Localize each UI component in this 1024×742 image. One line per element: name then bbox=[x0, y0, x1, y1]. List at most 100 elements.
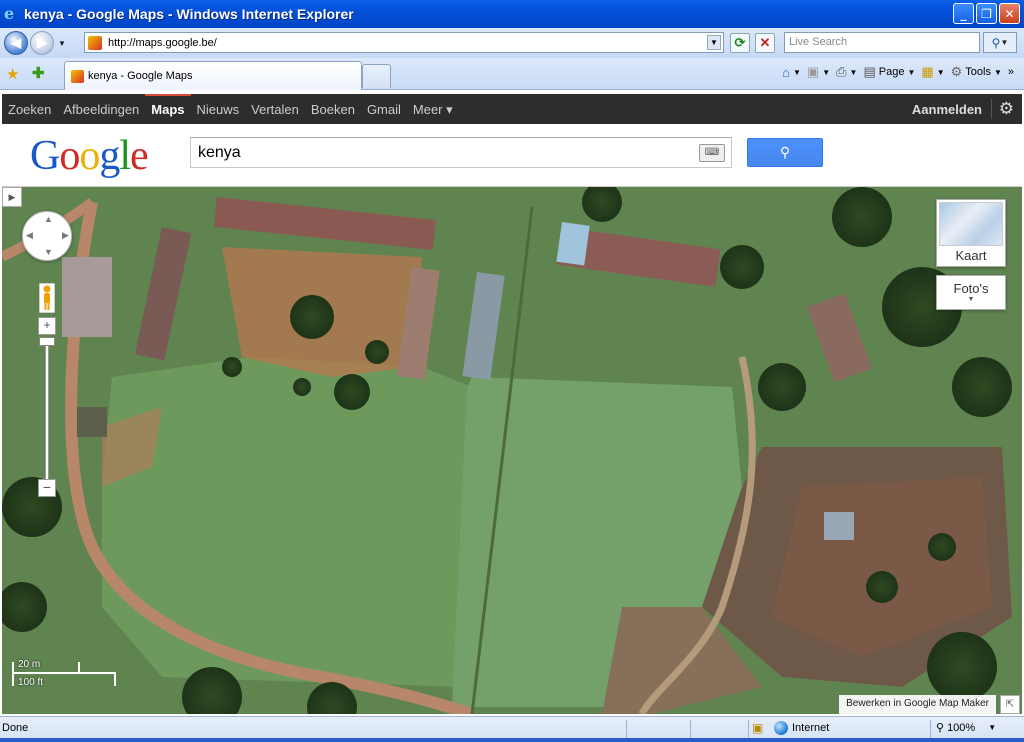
page-menu[interactable]: ▤ Page ▼ bbox=[863, 64, 915, 80]
search-input[interactable]: kenya ⌨ bbox=[190, 137, 732, 168]
keyboard-icon[interactable]: ⌨ bbox=[699, 144, 725, 162]
tab-favicon-icon bbox=[71, 69, 84, 83]
tab-google-maps[interactable]: kenya - Google Maps bbox=[64, 61, 362, 90]
home-button[interactable]: ⌂ ▼ bbox=[782, 65, 801, 80]
back-button[interactable]: ◀ bbox=[4, 31, 28, 55]
tab-row: ★ ✚ kenya - Google Maps ⌂ ▼ ▣ ▼ ⎙ ▼ ▤ Page ▼ … bbox=[0, 58, 1024, 90]
history-dropdown[interactable]: ▼ bbox=[56, 39, 68, 48]
scale-tick bbox=[78, 662, 80, 673]
pegman-icon[interactable] bbox=[39, 283, 55, 313]
scale-line bbox=[12, 672, 116, 674]
arrow-right-icon: ▶ bbox=[37, 35, 47, 50]
new-tab-button[interactable] bbox=[362, 64, 391, 88]
stop-button[interactable]: ✕ bbox=[755, 33, 775, 53]
side-panel-toggle[interactable]: ▶ bbox=[2, 187, 22, 207]
address-bar[interactable]: http://maps.google.be/ ▼ bbox=[84, 32, 724, 53]
search-button[interactable]: ⚲ bbox=[747, 138, 823, 167]
photos-button[interactable]: Foto's ▼ bbox=[936, 275, 1006, 310]
address-dropdown[interactable]: ▼ bbox=[707, 35, 721, 50]
sign-in-link[interactable]: Aanmelden bbox=[912, 102, 982, 117]
safety-button[interactable]: ▦ ▼ bbox=[921, 64, 944, 80]
live-search-input[interactable]: Live Search bbox=[784, 32, 980, 53]
status-text: Done bbox=[2, 722, 29, 734]
chevron-down-icon: ▼ bbox=[988, 723, 997, 732]
print-button[interactable]: ⎙ ▼ bbox=[836, 64, 857, 80]
status-divider bbox=[748, 720, 749, 738]
map-canvas[interactable]: ▶ ▲ ▼ ◀ ▶ + − Kaart Foto's ▼ 20 m 100 ft… bbox=[2, 187, 1022, 714]
pan-right-icon[interactable]: ▶ bbox=[62, 230, 69, 241]
gear-icon: ⚙ bbox=[950, 64, 963, 79]
restore-button[interactable]: ❐ bbox=[976, 3, 997, 24]
gbar-divider bbox=[991, 99, 992, 119]
zoom-level-button[interactable]: ⚲ 100% ▼ bbox=[936, 721, 997, 735]
window-title: kenya - Google Maps - Windows Internet E… bbox=[24, 6, 354, 22]
gbar-item-meer[interactable]: Meer ▾ bbox=[407, 94, 459, 124]
zoom-level: 100% bbox=[947, 721, 976, 734]
live-search-button[interactable]: ⚲ ▼ bbox=[983, 32, 1017, 53]
map-type-button[interactable]: Kaart bbox=[936, 199, 1006, 267]
protected-mode-icon[interactable]: ▣ bbox=[752, 721, 763, 735]
more-commands-button[interactable]: » bbox=[1008, 66, 1014, 78]
scale-tick bbox=[114, 672, 116, 686]
site-favicon-icon bbox=[88, 35, 102, 50]
logo-letter: g bbox=[99, 133, 120, 179]
search-icon: ⚲ bbox=[991, 35, 1001, 50]
pan-left-icon[interactable]: ◀ bbox=[26, 230, 33, 241]
printer-icon: ⎙ bbox=[836, 64, 847, 79]
pan-control[interactable]: ▲ ▼ ◀ ▶ bbox=[22, 211, 72, 261]
zoom-slider-track[interactable] bbox=[45, 337, 49, 483]
map-thumbnail bbox=[939, 202, 1003, 246]
pan-down-icon[interactable]: ▼ bbox=[44, 247, 53, 257]
logo-letter: e bbox=[130, 133, 149, 179]
safety-icon: ▦ bbox=[921, 64, 934, 79]
settings-gear-icon[interactable]: ⚙ bbox=[999, 99, 1014, 119]
gbar-item-nieuws[interactable]: Nieuws bbox=[191, 94, 246, 124]
photos-label: Foto's bbox=[953, 281, 989, 296]
ie-logo-icon: e bbox=[4, 4, 15, 23]
gbar-item-maps[interactable]: Maps bbox=[145, 94, 191, 124]
magnifier-icon: ⚲ bbox=[779, 144, 791, 160]
zoom-out-button[interactable]: − bbox=[38, 479, 56, 497]
forward-button[interactable]: ▶ bbox=[30, 31, 54, 55]
gbar-item-boeken[interactable]: Boeken bbox=[305, 94, 361, 124]
taskbar-strip bbox=[0, 738, 1024, 742]
scale-tick bbox=[12, 662, 14, 686]
satellite-imagery bbox=[2, 187, 1022, 714]
zone-label: Internet bbox=[792, 722, 830, 734]
arrow-left-icon: ◀ bbox=[11, 35, 21, 50]
scale-imperial: 100 ft bbox=[18, 677, 44, 688]
minimize-button[interactable]: _ bbox=[953, 3, 974, 24]
google-logo[interactable]: Google bbox=[30, 133, 149, 179]
map-type-label: Kaart bbox=[955, 248, 987, 263]
logo-letter: G bbox=[30, 133, 60, 179]
address-toolbar: ◀ ▶ ▼ http://maps.google.be/ ▼ ⟳ ✕ Live … bbox=[0, 28, 1024, 58]
add-favorites-icon[interactable]: ✚ bbox=[32, 64, 45, 82]
zoom-in-button[interactable]: + bbox=[38, 317, 56, 335]
gbar-item-afbeeldingen[interactable]: Afbeeldingen bbox=[57, 94, 145, 124]
refresh-button[interactable]: ⟳ bbox=[730, 33, 750, 53]
chevron-down-icon: ▼ bbox=[967, 296, 975, 303]
collapse-overview-icon[interactable]: ⇱ bbox=[1000, 695, 1020, 714]
map-maker-link[interactable]: Bewerken in Google Map Maker bbox=[839, 695, 996, 714]
logo-letter: o bbox=[59, 133, 80, 179]
favorites-star-icon[interactable]: ★ bbox=[6, 65, 19, 83]
security-zone[interactable]: Internet bbox=[774, 721, 829, 735]
address-url[interactable]: http://maps.google.be/ bbox=[108, 37, 217, 49]
scale-metric: 20 m bbox=[18, 659, 41, 670]
tools-menu[interactable]: ⚙ Tools ▼ bbox=[951, 64, 1002, 80]
pan-up-icon[interactable]: ▲ bbox=[44, 214, 53, 224]
rss-icon: ▣ bbox=[806, 64, 820, 79]
window-titlebar: e kenya - Google Maps - Windows Internet… bbox=[0, 0, 1024, 28]
tools-menu-label: Tools bbox=[965, 66, 991, 78]
feeds-button[interactable]: ▣ ▼ bbox=[807, 64, 830, 80]
status-divider bbox=[690, 720, 691, 738]
page-menu-label: Page bbox=[878, 66, 905, 78]
home-icon: ⌂ bbox=[782, 64, 790, 80]
magnifier-icon: ⚲ bbox=[936, 722, 945, 734]
zoom-slider-handle[interactable] bbox=[39, 337, 55, 346]
close-window-button[interactable]: ✕ bbox=[999, 3, 1020, 24]
logo-letter: l bbox=[119, 133, 131, 179]
gbar-item-zoeken[interactable]: Zoeken bbox=[2, 94, 57, 124]
gbar-item-gmail[interactable]: Gmail bbox=[361, 94, 407, 124]
gbar-item-vertalen[interactable]: Vertalen bbox=[245, 94, 305, 124]
